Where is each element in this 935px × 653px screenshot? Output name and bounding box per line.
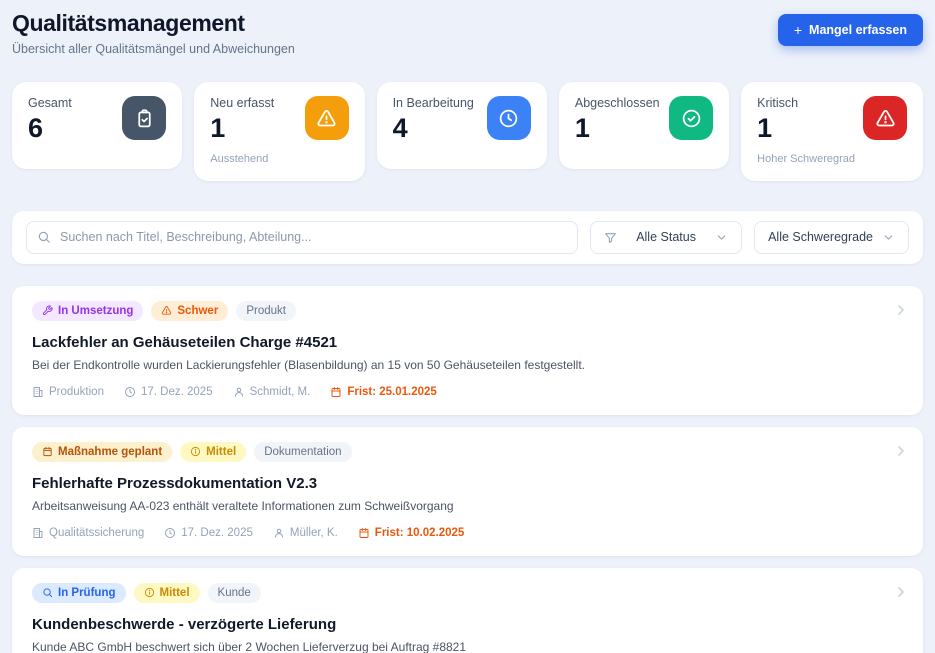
info-circle-icon	[144, 587, 155, 598]
assignee-label: Schmidt, M.	[233, 386, 311, 398]
department-label: Qualitätssicherung	[32, 527, 144, 539]
warning-triangle-icon	[863, 96, 907, 140]
create-defect-button-label: Mangel erfassen	[809, 23, 907, 37]
stat-label: Gesamt	[28, 96, 72, 110]
defect-card[interactable]: Maßnahme geplant Mittel Dokumentation Fe…	[12, 427, 923, 556]
defect-description: Arbeitsanweisung AA-023 enthält veraltet…	[32, 499, 903, 513]
stat-card-critical: Kritisch 1 Hoher Schweregrad	[741, 82, 923, 181]
defect-description: Bei der Endkontrolle wurden Lackierungsf…	[32, 358, 903, 372]
chevron-right-icon[interactable]	[893, 302, 909, 323]
severity-filter-value: Alle Schweregrade	[768, 230, 873, 244]
wrench-icon	[42, 305, 53, 316]
category-badge: Kunde	[208, 583, 261, 603]
defect-description: Kunde ABC GmbH beschwert sich über 2 Woc…	[32, 640, 903, 653]
page-title: Qualitätsmanagement	[12, 10, 295, 37]
stat-label: Kritisch	[757, 96, 855, 110]
stat-subtitle: Hoher Schweregrad	[757, 153, 855, 165]
stats-row: Gesamt 6 Neu erfasst 1 Ausstehend In Bea…	[12, 82, 923, 181]
severity-filter-dropdown[interactable]: Alle Schweregrade	[754, 221, 909, 254]
status-badge: Maßnahme geplant	[32, 442, 172, 462]
stat-value: 1	[575, 114, 660, 144]
chevron-down-icon	[715, 231, 728, 244]
stat-value: 4	[393, 114, 474, 144]
stat-card-in-progress: In Bearbeitung 4	[377, 82, 547, 169]
info-circle-icon	[190, 446, 201, 457]
stat-value: 1	[757, 114, 855, 144]
calendar-icon	[330, 386, 342, 398]
chevron-right-icon[interactable]	[893, 584, 909, 605]
deadline-label: Frist: 10.02.2025	[358, 527, 465, 539]
defect-card[interactable]: In Prüfung Mittel Kunde Kundenbeschwerde…	[12, 568, 923, 653]
status-badge: In Prüfung	[32, 583, 126, 603]
status-filter-value: Alle Status	[636, 230, 696, 244]
person-icon	[273, 527, 285, 539]
stat-label: Abgeschlossen	[575, 96, 660, 110]
stat-value: 1	[210, 114, 274, 144]
defect-card[interactable]: In Umsetzung Schwer Produkt Lackfehler a…	[12, 286, 923, 415]
clock-icon	[487, 96, 531, 140]
search-icon	[42, 587, 53, 598]
warning-triangle-icon	[161, 305, 172, 316]
clock-icon	[124, 386, 136, 398]
status-badge: In Umsetzung	[32, 301, 143, 321]
defect-title: Lackfehler an Gehäuseteilen Charge #4521	[32, 334, 903, 351]
calendar-icon	[42, 446, 53, 457]
person-icon	[233, 386, 245, 398]
search-input[interactable]	[26, 221, 578, 254]
category-badge: Produkt	[236, 301, 296, 321]
stat-card-completed: Abgeschlossen 1	[559, 82, 729, 169]
page-header: Qualitätsmanagement Übersicht aller Qual…	[12, 10, 923, 56]
chevron-down-icon	[882, 231, 895, 244]
search-icon	[37, 230, 51, 244]
chevron-right-icon[interactable]	[893, 443, 909, 464]
severity-badge: Mittel	[180, 442, 246, 462]
calendar-icon	[358, 527, 370, 539]
severity-badge: Schwer	[151, 301, 228, 321]
stat-label: In Bearbeitung	[393, 96, 474, 110]
stat-subtitle: Ausstehend	[210, 153, 274, 165]
filter-icon	[604, 231, 617, 244]
department-label: Produktion	[32, 386, 104, 398]
deadline-label: Frist: 25.01.2025	[330, 386, 437, 398]
stat-card-total: Gesamt 6	[12, 82, 182, 169]
filter-bar: Alle Status Alle Schweregrade	[12, 211, 923, 264]
plus-icon: +	[794, 23, 802, 37]
stat-card-new: Neu erfasst 1 Ausstehend	[194, 82, 364, 181]
defect-list: In Umsetzung Schwer Produkt Lackfehler a…	[12, 286, 923, 653]
building-icon	[32, 527, 44, 539]
page-subtitle: Übersicht aller Qualitätsmängel und Abwe…	[12, 42, 295, 56]
warning-triangle-icon	[305, 96, 349, 140]
assignee-label: Müller, K.	[273, 527, 338, 539]
status-filter-dropdown[interactable]: Alle Status	[590, 221, 742, 254]
severity-badge: Mittel	[134, 583, 200, 603]
check-circle-icon	[669, 96, 713, 140]
clipboard-check-icon	[122, 96, 166, 140]
clock-icon	[164, 527, 176, 539]
create-defect-button[interactable]: + Mangel erfassen	[778, 14, 923, 46]
defect-title: Fehlerhafte Prozessdokumentation V2.3	[32, 475, 903, 492]
defect-title: Kundenbeschwerde - verzögerte Lieferung	[32, 616, 903, 633]
date-label: 17. Dez. 2025	[164, 527, 253, 539]
date-label: 17. Dez. 2025	[124, 386, 213, 398]
stat-value: 6	[28, 114, 72, 144]
building-icon	[32, 386, 44, 398]
category-badge: Dokumentation	[254, 442, 351, 462]
stat-label: Neu erfasst	[210, 96, 274, 110]
